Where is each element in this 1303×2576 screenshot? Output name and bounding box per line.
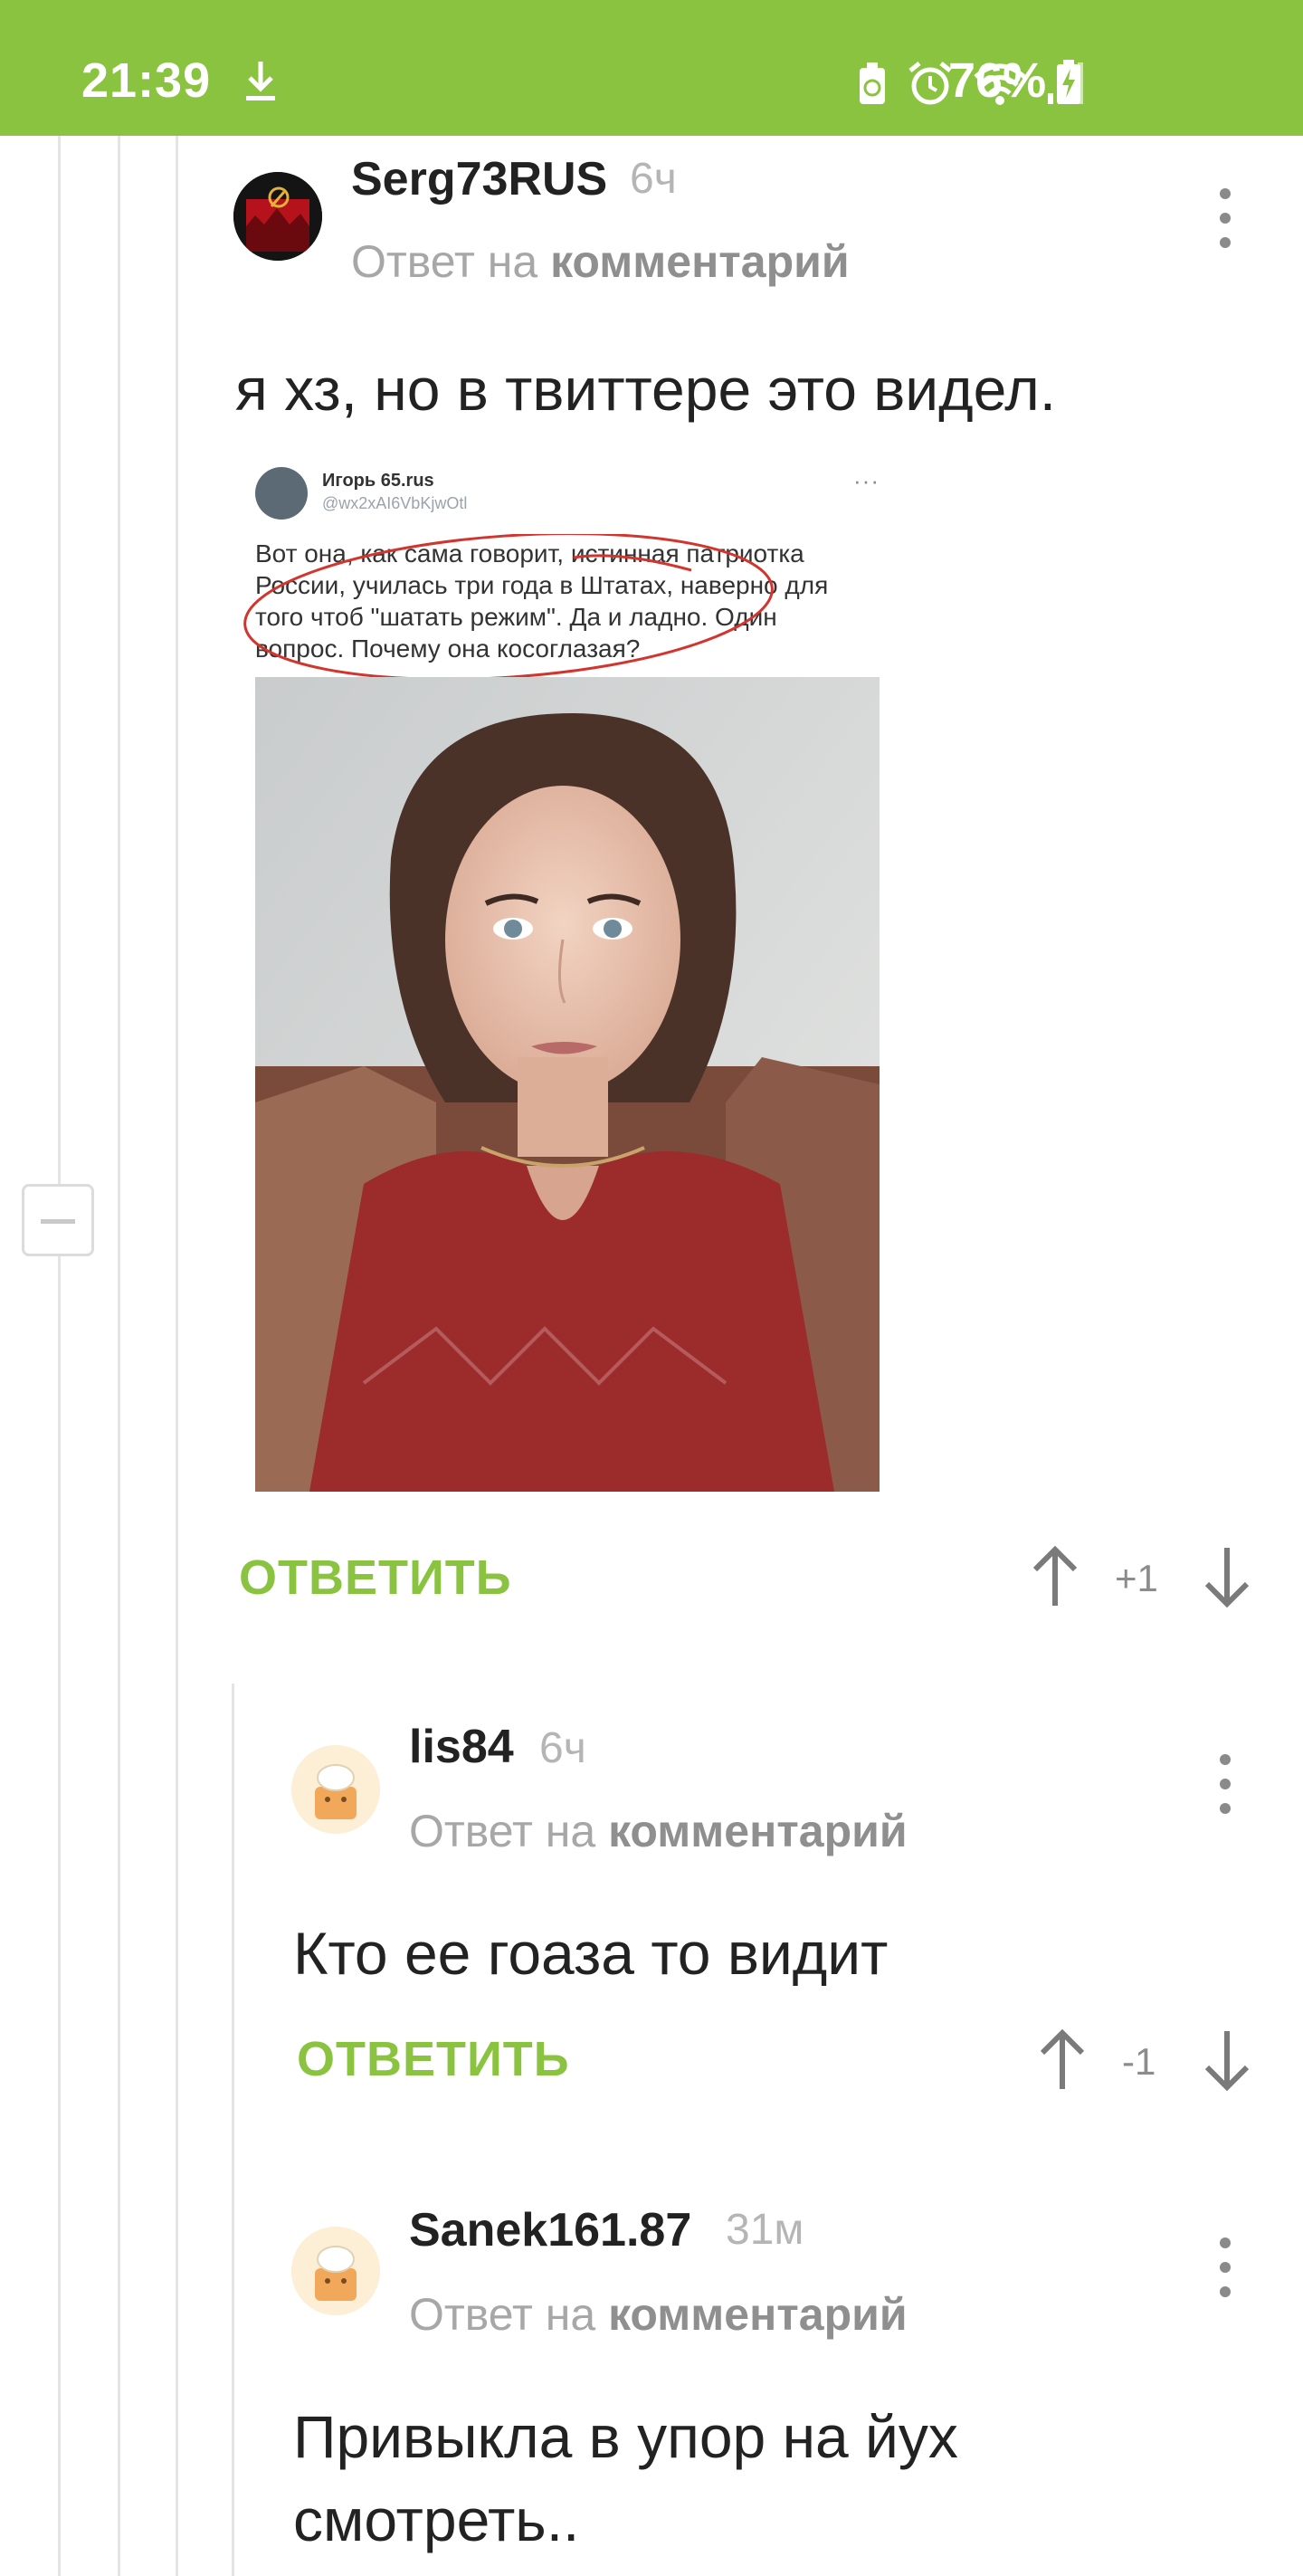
more-options-icon[interactable] bbox=[1216, 186, 1234, 250]
more-options-icon[interactable] bbox=[1216, 1752, 1234, 1816]
upvote-arrow-icon[interactable] bbox=[1028, 1544, 1082, 1609]
battery-charging-icon bbox=[1057, 60, 1080, 104]
reply-prefix: Ответ на bbox=[409, 2289, 596, 2340]
reply-parent-link[interactable]: комментарий bbox=[608, 2289, 908, 2340]
author-name[interactable]: Serg73RUS bbox=[351, 152, 607, 206]
thread-line-reply bbox=[232, 1684, 234, 2576]
comment-time: 6ч bbox=[539, 1724, 586, 1772]
comment-time: 31м bbox=[726, 2206, 804, 2254]
thread-line-middle bbox=[118, 136, 120, 2576]
comment-image[interactable]: Игорь 65.rus @wx2xAI6VbKjwOtl ··· Вот он… bbox=[239, 444, 890, 1493]
comment-text: Кто ее гоаза то видит bbox=[293, 1920, 889, 1987]
tweet-handle: @wx2xAI6VbKjwOtl bbox=[322, 494, 468, 512]
reply-reference: Ответ на комментарий bbox=[409, 2288, 908, 2341]
alarm-icon bbox=[908, 62, 952, 105]
default-avatar-icon bbox=[291, 1745, 380, 1834]
clock: 21:39 bbox=[81, 53, 212, 108]
collapse-thread-button[interactable] bbox=[22, 1184, 94, 1256]
reply-parent-link[interactable]: комментарий bbox=[550, 236, 850, 287]
reply-parent-link[interactable]: комментарий bbox=[608, 1806, 908, 1856]
reply-reference: Ответ на комментарий bbox=[351, 235, 850, 288]
more-options-icon[interactable] bbox=[1216, 2236, 1234, 2299]
reply-button[interactable]: ОТВЕТИТЬ bbox=[297, 2031, 570, 2087]
comment-text: я хз, но в твиттере это видел. bbox=[235, 356, 1057, 423]
avatar[interactable] bbox=[291, 2227, 380, 2315]
downvote-arrow-icon[interactable] bbox=[1200, 1544, 1254, 1609]
avatar[interactable] bbox=[291, 1745, 380, 1834]
comment-score: +1 bbox=[1115, 1557, 1158, 1599]
reply-prefix: Ответ на bbox=[409, 1806, 596, 1856]
tweet-more-icon: ··· bbox=[853, 467, 880, 494]
tweet-author: Игорь 65.rus bbox=[322, 471, 434, 491]
author-name[interactable]: lis84 bbox=[409, 1720, 514, 1774]
comment-text: Привыкла в упор на йух смотреть.. bbox=[293, 2403, 958, 2554]
reply-button[interactable]: ОТВЕТИТЬ bbox=[239, 1550, 512, 1606]
comment-score: -1 bbox=[1122, 2040, 1156, 2083]
recycle-icon bbox=[860, 62, 885, 104]
thread-line-outer bbox=[58, 136, 61, 2576]
status-bar: 21:39 76% bbox=[0, 0, 1303, 136]
hammer-sickle-icon bbox=[233, 172, 322, 261]
photo bbox=[255, 677, 880, 1492]
download-icon bbox=[246, 62, 275, 100]
default-avatar-icon bbox=[291, 2227, 380, 2315]
battery-percent: 76% bbox=[948, 53, 1047, 108]
downvote-arrow-icon[interactable] bbox=[1200, 2027, 1254, 2093]
avatar[interactable] bbox=[233, 172, 322, 261]
reply-reference: Ответ на комментарий bbox=[409, 1805, 908, 1857]
comment-time: 6ч bbox=[630, 155, 677, 203]
tweet-avatar bbox=[255, 467, 308, 520]
upvote-arrow-icon[interactable] bbox=[1035, 2027, 1089, 2093]
thread-line-inner bbox=[176, 136, 178, 2576]
author-name[interactable]: Sanek161.87 bbox=[409, 2203, 691, 2257]
reply-prefix: Ответ на bbox=[351, 236, 538, 287]
